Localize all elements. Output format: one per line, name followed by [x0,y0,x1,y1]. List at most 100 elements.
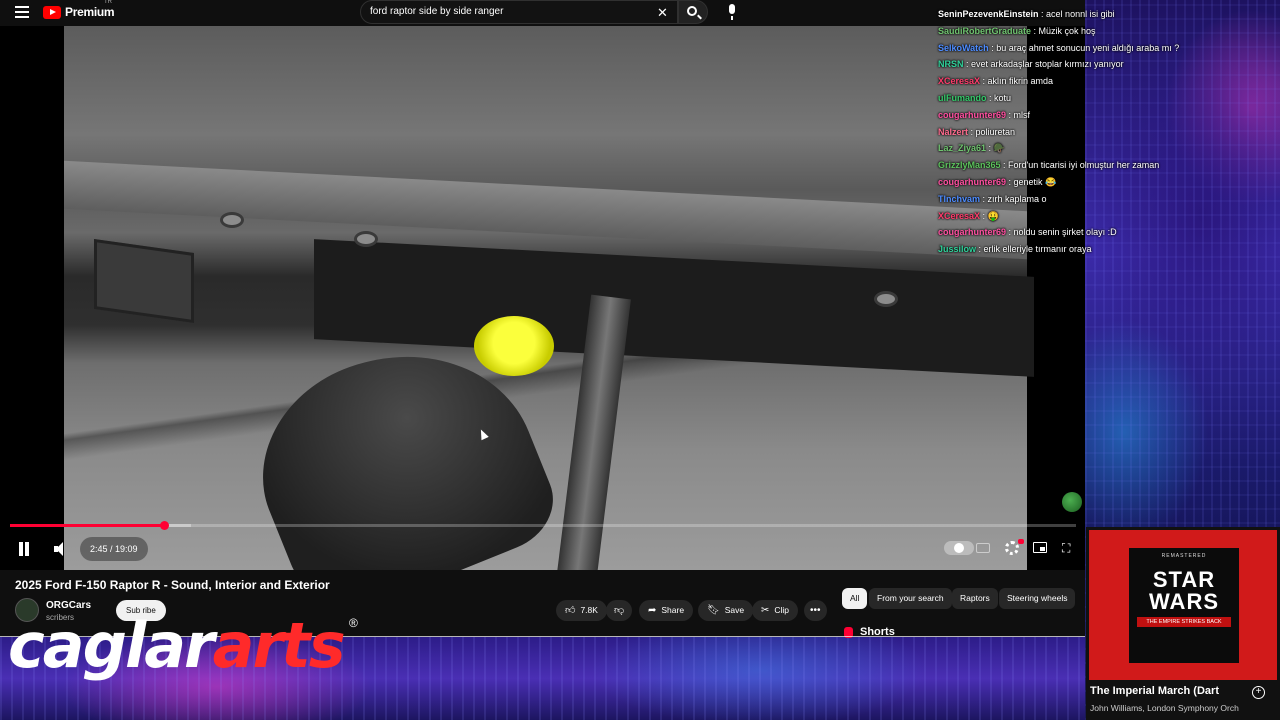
chat-text: : poliuretan [968,126,1016,137]
chat-text: : aklın fikrin amda [980,76,1054,87]
video-bolt [354,231,378,247]
video-yellow-knob [474,316,554,376]
chat-username[interactable]: NRSN [938,59,964,69]
country-code: TR [104,0,112,5]
chat-message: XCeresaX : 🤑 [938,208,1198,225]
video-player[interactable] [0,26,1085,570]
track-title: The Imperial March (Dart [1090,685,1219,697]
chat-message: XCeresaX : aklın fikrin amda [938,73,1198,90]
volume-icon[interactable] [54,542,70,556]
progress-scrubber-handle[interactable] [159,521,169,530]
chat-text: : kotu [986,92,1012,103]
chat-text: : noldu senin şirket olayı :D [1006,227,1117,238]
share-label: Share [661,605,685,615]
chip-all[interactable]: All [842,588,868,609]
chat-username[interactable]: cougarhunter69 [938,177,1006,187]
chat-username[interactable]: cougarhunter69 [938,227,1006,237]
save-button[interactable]: 🔖︎ Save [698,600,754,621]
chip-from-your-search[interactable]: From your search [869,588,952,609]
share-icon: ➦ [648,604,657,616]
chat-username[interactable]: XCeresaX [938,76,980,86]
chat-username[interactable]: Jussilow [938,244,976,254]
chat-text: : 🤑 [980,210,999,221]
hamburger-menu-icon[interactable] [15,6,29,18]
chat-username[interactable]: Tlnchvam [938,194,980,204]
chat-message: GrizzlyMan365 : Ford'un ticarisi iyi olm… [938,157,1198,174]
more-actions-button[interactable]: ••• [804,600,827,621]
live-chat-overlay: SeninPezevenkEinstein : acel nonnl isi g… [938,6,1198,258]
autoplay-toggle[interactable] [944,541,974,555]
chat-message: SelkoWatch : bu araç ahmet sonucun yeni … [938,40,1198,57]
chat-text: : evet arkadaşlar stoplar kırmızı yanıyo… [963,59,1124,70]
thumbs-down-icon: 👎︎ [614,604,625,616]
chat-message: SeninPezevenkEinstein : acel nonnl isi g… [938,6,1198,23]
search-icon [687,6,697,16]
caglararts-watermark: caglararts [8,606,346,686]
chat-message: Tlnchvam : zırh kaplama o [938,191,1198,208]
scissors-icon: ✂ [761,604,770,616]
album-logo: STAR WARS [1149,567,1219,614]
chat-username[interactable]: cougarhunter69 [938,110,1006,120]
search-input[interactable] [370,6,650,17]
progress-played [10,524,164,527]
like-button[interactable]: 👍︎ 7.8K [556,600,607,621]
chip-raptors[interactable]: Raptors [952,588,998,609]
chat-message: Laz_Ziya61 : 🪖 [938,140,1198,157]
chip-steering-wheels[interactable]: Steering wheels [999,588,1076,609]
chat-text: : bu araç ahmet sonucun yeni aldığı arab… [988,42,1180,53]
chat-username[interactable]: Laz_Ziya61 [938,143,986,153]
add-icon[interactable]: + [1252,686,1265,699]
youtube-logo[interactable]: Premium [43,5,115,19]
clip-label: Clip [774,605,790,615]
chat-text: : Müzik çok hoş [1031,25,1096,36]
video-bolt [220,212,244,228]
like-count: 7.8K [580,605,598,615]
search-box [360,0,678,24]
chat-username[interactable]: Nalzert [938,127,968,137]
logo-text: Premium [65,5,115,19]
chat-text: : acel nonnl isi gibi [1038,9,1115,19]
video-slot [314,239,1034,377]
chat-username[interactable]: SeninPezevenkEinstein [938,9,1039,19]
watermark-part2: arts [212,609,346,682]
album-subtitle: THE EMPIRE STRIKES BACK [1137,617,1231,627]
chat-username[interactable]: GrizzlyMan365 [938,160,1001,170]
pause-icon[interactable] [17,542,31,556]
chat-message: NRSN : evet arkadaşlar stoplar kırmızı y… [938,56,1198,73]
chat-text: : 🪖 [986,143,1005,154]
video-bolt [874,291,898,307]
youtube-header: Premium TR ✕ [0,0,1085,26]
chat-message: cougarhunter69 : mlsf [938,107,1198,124]
album-art: REMASTERED STAR WARS THE EMPIRE STRIKES … [1089,530,1277,680]
chat-username[interactable]: XCeresaX [938,211,980,221]
captions-icon[interactable] [976,543,990,553]
chat-message: ulFumando : kotu [938,90,1198,107]
chat-message: Nalzert : poliuretan [938,124,1198,141]
chat-text: : zırh kaplama o [980,193,1047,204]
bookmark-icon: 🔖︎ [707,604,720,616]
clear-search-icon[interactable]: ✕ [657,5,668,21]
chat-username[interactable]: SaudiRobertGraduate [938,26,1031,36]
video-truck-rail [64,160,1027,260]
fullscreen-icon[interactable]: ⛶ [1062,542,1075,555]
clip-button[interactable]: ✂ Clip [752,600,799,621]
thumbs-up-icon: 👍︎ [565,604,576,616]
now-playing-card: REMASTERED STAR WARS THE EMPIRE STRIKES … [1086,527,1280,720]
dislike-button[interactable]: 👎︎ [606,600,633,621]
chat-message: Jussilow : erlik elleriyle tırmanır oray… [938,241,1198,258]
track-artist: John Williams, London Symphony Orch [1090,703,1239,713]
miniplayer-icon[interactable] [1033,542,1047,553]
ball-icon [1062,492,1082,512]
video-panel [94,238,194,324]
youtube-play-icon [43,5,61,19]
progress-bar[interactable] [10,521,1076,530]
album-remastered: REMASTERED [1161,553,1207,559]
chat-username[interactable]: ulFumando [938,93,987,103]
chat-username[interactable]: SelkoWatch [938,43,989,53]
microphone-icon[interactable] [727,4,737,20]
search-button[interactable] [678,0,708,24]
share-button[interactable]: ➦ Share [639,600,694,621]
settings-gear-icon[interactable] [1005,539,1024,555]
chat-text: : mlsf [1006,109,1031,120]
save-label: Save [724,605,745,615]
